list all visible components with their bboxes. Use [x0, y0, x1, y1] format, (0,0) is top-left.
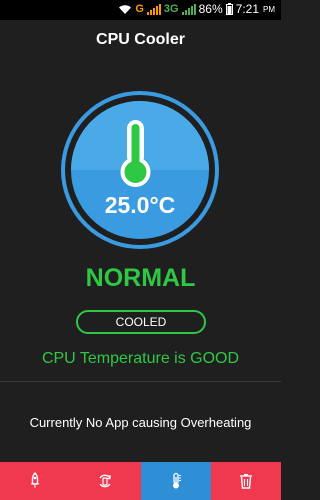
battery-percent: 86% [198, 2, 223, 16]
temperature-message: CPU Temperature is GOOD [41, 350, 240, 367]
bottom-nav [0, 462, 281, 500]
thermometer-icon [172, 472, 181, 489]
status-label: NORMAL [85, 264, 196, 292]
tab-cooler[interactable] [140, 462, 211, 500]
temperature-value: 25.0°C [104, 192, 176, 218]
cooled-badge: COOLED [76, 310, 206, 334]
clock-time: 7:21 [235, 2, 259, 16]
signal-icon [146, 3, 161, 15]
status-bar: G 3G 86% 7:21 PM [0, 0, 281, 20]
tab-uninstall[interactable] [210, 462, 281, 500]
cleaner-icon [99, 474, 111, 488]
network-3g-label: 3G [163, 3, 179, 15]
clock-ampm: PM [263, 4, 275, 14]
overheat-message: Currently No App causing Overheating [29, 415, 252, 430]
rocket-icon [30, 472, 40, 489]
signal-3g-icon [181, 3, 196, 15]
status-bar-right: G 3G 86% 7:21 PM [118, 2, 275, 16]
wifi-icon [119, 4, 132, 14]
app-title: CPU Cooler [96, 31, 185, 48]
divider [0, 381, 281, 382]
battery-icon [225, 3, 233, 15]
tab-clean[interactable] [70, 462, 141, 500]
network-g-label: G [135, 3, 144, 15]
trash-icon [239, 474, 252, 489]
temperature-gauge [61, 91, 219, 249]
tab-boost[interactable] [0, 462, 71, 500]
